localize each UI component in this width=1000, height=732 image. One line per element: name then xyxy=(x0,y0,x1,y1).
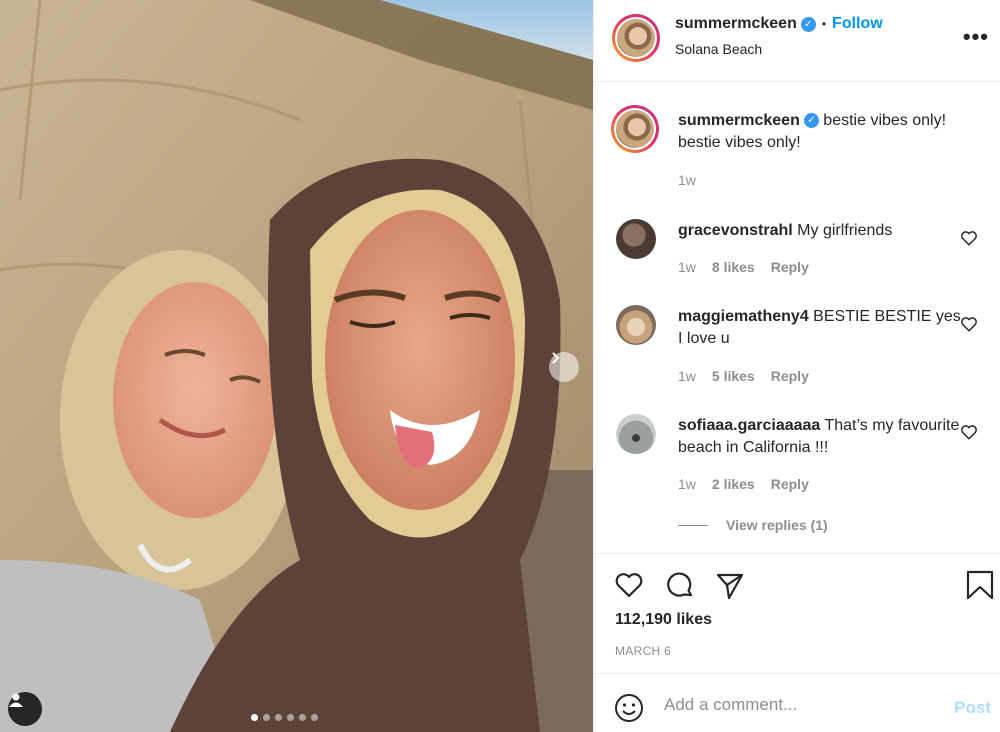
comment-text-block: gracevonstrahl My girlfriends xyxy=(678,220,968,242)
action-bar xyxy=(594,555,1000,615)
caption-text-block: summermckeen ✓ bestie vibes only! bestie … xyxy=(678,110,968,154)
verified-badge-icon: ✓ xyxy=(803,113,819,129)
post-panel: summermckeen ✓ • Follow Solana Beach •••… xyxy=(593,0,1000,732)
location-link[interactable]: Solana Beach xyxy=(675,41,762,57)
commenter-avatar[interactable] xyxy=(616,305,656,345)
post-date[interactable]: MARCH 6 xyxy=(615,644,671,658)
comment-input[interactable] xyxy=(664,688,934,722)
tagged-users-button[interactable] xyxy=(8,692,42,726)
comment-like-heart-icon[interactable] xyxy=(960,423,978,441)
carousel-dot xyxy=(299,714,306,721)
emoji-icon[interactable] xyxy=(613,692,645,724)
carousel-indicator xyxy=(251,714,318,721)
heart-icon[interactable] xyxy=(613,569,645,601)
post-photo xyxy=(0,0,593,732)
commenter-avatar[interactable] xyxy=(616,414,656,454)
view-replies-button[interactable]: View replies (1) xyxy=(678,517,828,533)
post-comment-button[interactable]: Post xyxy=(954,698,991,718)
photo-illustration xyxy=(0,0,593,732)
reply-button[interactable]: Reply xyxy=(771,259,809,275)
comments-list[interactable]: summermckeen ✓ bestie vibes only! bestie … xyxy=(594,82,1000,554)
verified-badge-icon: ✓ xyxy=(800,16,816,32)
comment-likes[interactable]: 8 likes xyxy=(712,259,755,275)
more-options-button[interactable]: ••• xyxy=(963,24,989,50)
bookmark-icon[interactable] xyxy=(964,569,996,601)
comment-composer: Post xyxy=(594,673,1000,732)
user-tag-icon xyxy=(9,693,23,707)
carousel-dot xyxy=(311,714,318,721)
comment-time[interactable]: 1w xyxy=(678,259,696,275)
comment-meta: 1w 2 likes Reply xyxy=(678,476,809,492)
follow-button[interactable]: Follow xyxy=(832,15,883,33)
author-avatar[interactable] xyxy=(612,14,660,62)
comment-meta: 1w 8 likes Reply xyxy=(678,259,809,275)
comment-like-heart-icon[interactable] xyxy=(960,229,978,247)
reply-button[interactable]: Reply xyxy=(771,368,809,384)
caption-time[interactable]: 1w xyxy=(678,172,696,188)
comment-username[interactable]: gracevonstrahl xyxy=(678,222,793,239)
header-separator: • xyxy=(821,17,827,31)
comment-time[interactable]: 1w xyxy=(678,476,696,492)
view-replies-label: View replies (1) xyxy=(726,517,828,533)
caption-username[interactable]: summermckeen xyxy=(678,112,800,129)
comment-text-block: maggiematheny4 BESTIE BESTIE yes I love … xyxy=(678,306,968,350)
commenter-avatar[interactable] xyxy=(616,219,656,259)
comment-username[interactable]: maggiematheny4 xyxy=(678,308,809,325)
carousel-dot xyxy=(251,714,258,721)
comment-text-block: sofiaaa.garciaaaaa That’s my favourite b… xyxy=(678,415,968,459)
comment-likes[interactable]: 2 likes xyxy=(712,476,755,492)
reply-button[interactable]: Reply xyxy=(771,476,809,492)
share-icon[interactable] xyxy=(714,569,746,601)
caption-meta: 1w xyxy=(678,172,696,188)
comment-like-heart-icon[interactable] xyxy=(960,315,978,333)
carousel-dot xyxy=(263,714,270,721)
comment-time[interactable]: 1w xyxy=(678,368,696,384)
likes-count[interactable]: 112,190 likes xyxy=(615,611,712,629)
view-replies-line xyxy=(678,524,708,526)
next-arrow-icon xyxy=(552,352,560,364)
comment-meta: 1w 5 likes Reply xyxy=(678,368,809,384)
carousel-dot xyxy=(287,714,294,721)
comment-likes[interactable]: 5 likes xyxy=(712,368,755,384)
comment-username[interactable]: sofiaaa.garciaaaaa xyxy=(678,417,820,434)
comment-icon[interactable] xyxy=(664,569,696,601)
caption-avatar[interactable] xyxy=(611,105,659,153)
carousel-dot xyxy=(275,714,282,721)
comment-text: My girlfriends xyxy=(797,222,893,239)
author-username[interactable]: summermckeen xyxy=(675,15,797,33)
post-header: summermckeen ✓ • Follow Solana Beach ••• xyxy=(594,0,1000,82)
next-photo-button[interactable] xyxy=(549,352,579,382)
